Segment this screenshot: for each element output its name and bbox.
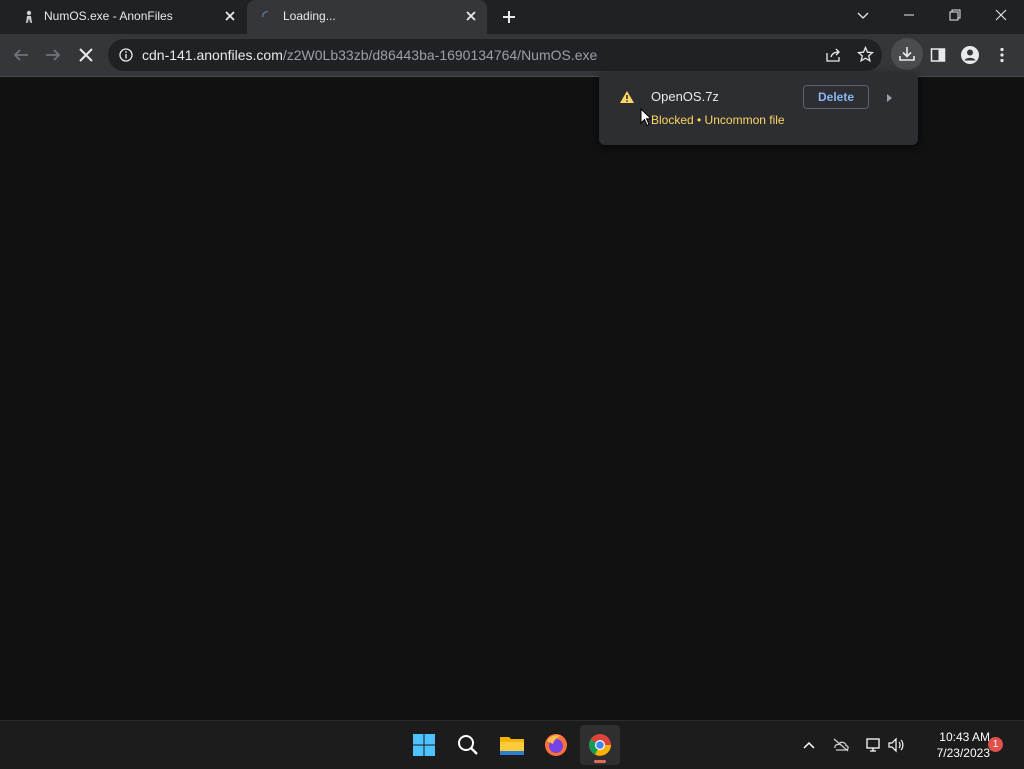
clock-time: 10:43 AM <box>939 730 990 744</box>
close-tab-icon[interactable] <box>222 8 238 24</box>
firefox-icon[interactable] <box>536 725 576 765</box>
close-window-icon[interactable] <box>978 0 1024 30</box>
chrome-icon[interactable] <box>580 725 620 765</box>
taskbar: 10:43 AM 7/23/2023 <box>0 720 1024 769</box>
stop-loading-icon[interactable] <box>74 43 98 67</box>
minimize-icon[interactable] <box>886 0 932 30</box>
download-icon <box>899 47 915 61</box>
delete-download-button[interactable]: Delete <box>803 85 869 109</box>
forward-arrow-icon[interactable] <box>41 43 65 67</box>
search-icon[interactable] <box>448 725 488 765</box>
back-arrow-icon[interactable] <box>9 43 33 67</box>
menu-kebab-icon[interactable] <box>990 43 1014 67</box>
restore-icon[interactable] <box>932 0 978 30</box>
loading-spinner-icon <box>261 10 269 18</box>
tab-loading[interactable]: Loading... <box>247 0 487 34</box>
clock-date: 7/23/2023 <box>936 746 990 760</box>
show-hidden-icons-chevron-icon[interactable] <box>798 721 820 769</box>
warning-icon <box>620 91 634 103</box>
expand-arrow-icon[interactable] <box>885 93 893 103</box>
tab-numos-anonfiles[interactable]: NumOS.exe - AnonFiles <box>8 0 246 34</box>
url-text[interactable]: cdn-141.anonfiles.com/z2W0Lb33zb/d86443b… <box>142 47 597 63</box>
download-filename: OpenOS.7z <box>651 89 719 104</box>
volume-icon[interactable] <box>885 721 907 769</box>
download-status: Blocked • Uncommon file <box>651 113 785 127</box>
mouse-cursor-icon <box>640 108 652 127</box>
url-path: /z2W0Lb33zb/d86443ba-1690134764/NumOS.ex… <box>282 47 598 63</box>
tab-search-chevron-icon[interactable] <box>840 0 886 30</box>
network-icon[interactable] <box>862 721 884 769</box>
page-content <box>0 77 1024 720</box>
url-host: cdn-141.anonfiles.com <box>142 47 283 63</box>
onedrive-offline-icon[interactable] <box>830 721 852 769</box>
tab-title: Loading... <box>283 9 336 23</box>
file-explorer-icon[interactable] <box>492 725 532 765</box>
close-tab-icon[interactable] <box>463 8 479 24</box>
side-panel-icon[interactable] <box>926 43 950 67</box>
address-bar[interactable]: cdn-141.anonfiles.com/z2W0Lb33zb/d86443b… <box>108 39 882 71</box>
tab-strip: NumOS.exe - AnonFiles Loading... <box>0 0 1024 34</box>
active-app-indicator <box>594 760 606 763</box>
share-icon[interactable] <box>825 47 842 63</box>
browser-toolbar: cdn-141.anonfiles.com/z2W0Lb33zb/d86443b… <box>0 34 1024 77</box>
site-info-icon[interactable] <box>119 48 133 62</box>
bookmark-star-icon[interactable] <box>857 46 874 63</box>
system-clock[interactable]: 10:43 AM 7/23/2023 <box>912 729 990 761</box>
tab-title: NumOS.exe - AnonFiles <box>44 9 173 23</box>
windows-start-icon[interactable] <box>404 725 444 765</box>
downloads-button[interactable] <box>891 38 923 70</box>
notification-badge[interactable]: 1 <box>988 737 1003 752</box>
profile-avatar-icon[interactable] <box>958 43 982 67</box>
new-tab-plus-icon[interactable] <box>498 6 520 28</box>
anonfiles-favicon-icon <box>26 10 32 23</box>
